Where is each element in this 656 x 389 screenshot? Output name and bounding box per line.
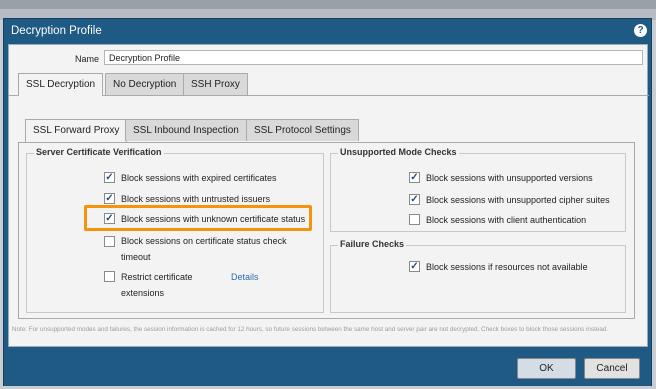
background-toolbar <box>0 0 656 9</box>
dialog-title: Decryption Profile <box>11 25 102 37</box>
server-cert-title: Server Certificate Verification <box>34 147 164 157</box>
checkbox-resources-not-available[interactable]: ✓ <box>409 261 420 272</box>
cancel-button[interactable]: Cancel <box>584 358 640 379</box>
tab-divider <box>9 95 18 96</box>
checkbox-unknown-cert-status[interactable]: ✓ <box>104 213 115 224</box>
tab-ssh-proxy[interactable]: SSH Proxy <box>183 73 248 95</box>
tab-ssl-decryption[interactable]: SSL Decryption <box>18 73 104 96</box>
checkbox-unsupported-ciphers[interactable]: ✓ <box>409 194 420 205</box>
name-label: Name <box>74 54 99 64</box>
tab-no-decryption[interactable]: No Decryption <box>105 73 185 95</box>
subtab-ssl-inbound-inspection[interactable]: SSL Inbound Inspection <box>125 119 247 141</box>
ok-button[interactable]: OK <box>517 358 576 379</box>
checkbox-label: Block sessions with unsupported cipher s… <box>426 195 610 205</box>
failure-group <box>330 245 626 313</box>
checkbox-label: Block sessions with untrusted issuers <box>121 194 271 204</box>
dialog-footer: OK Cancel <box>4 352 651 386</box>
checkbox-label: Restrict certificate <box>121 272 193 282</box>
question-circle-icon[interactable]: ? <box>634 24 647 37</box>
checkbox-unsupported-versions[interactable]: ✓ <box>409 172 420 183</box>
checkbox-label-line2: timeout <box>121 252 151 262</box>
unsupported-title: Unsupported Mode Checks <box>338 147 459 157</box>
checkbox-label-line2: extensions <box>121 288 165 298</box>
checkbox-client-authentication[interactable] <box>409 214 420 225</box>
tab-divider <box>103 95 649 96</box>
checkbox-untrusted-issuers[interactable]: ✓ <box>104 193 115 204</box>
ssl-forward-proxy-panel: Server Certificate Verification ✓ Block … <box>18 142 635 319</box>
checkbox-label: Block sessions on certificate status che… <box>121 236 287 246</box>
checkbox-label: Block sessions with client authenticatio… <box>426 215 587 225</box>
note-text: Note: For unsupported modes and failures… <box>12 326 609 333</box>
failure-title: Failure Checks <box>338 239 407 249</box>
checkbox-expired-certs[interactable]: ✓ <box>104 172 115 183</box>
subtab-ssl-forward-proxy[interactable]: SSL Forward Proxy <box>25 119 128 142</box>
dialog-body: Name Decryption Profile SSL Decryption N… <box>8 44 649 347</box>
checkbox-label: Block sessions with unsupported versions <box>426 173 593 183</box>
decryption-profile-dialog: Decryption Profile ? Name Decryption Pro… <box>3 18 652 386</box>
checkbox-label: Block sessions if resources not availabl… <box>426 262 588 272</box>
details-link[interactable]: Details <box>231 272 259 282</box>
checkbox-label: Block sessions with unknown certificate … <box>121 214 306 224</box>
subtab-ssl-protocol-settings[interactable]: SSL Protocol Settings <box>246 119 359 141</box>
checkbox-restrict-extensions[interactable] <box>104 271 115 282</box>
name-field[interactable]: Decryption Profile <box>104 50 643 65</box>
checkbox-cert-status-timeout[interactable] <box>104 236 115 247</box>
checkbox-label: Block sessions with expired certificates <box>121 173 277 183</box>
